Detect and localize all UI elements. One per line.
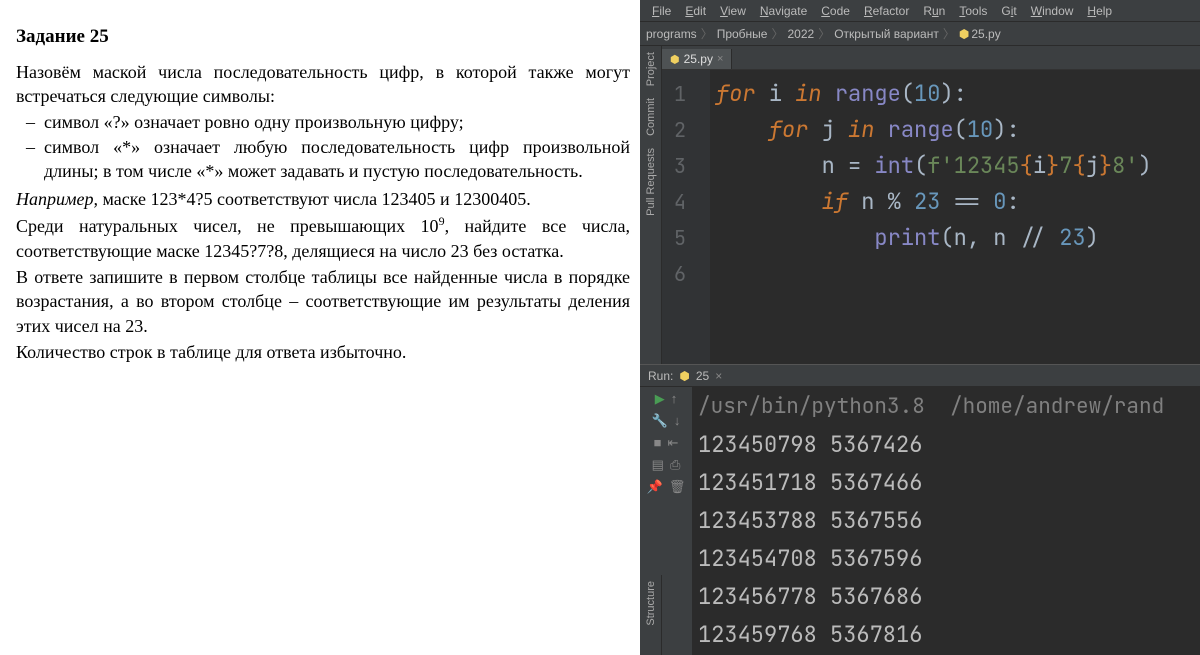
python-file-icon: ⬢ [959, 27, 969, 41]
pull-requests-tool[interactable]: Pull Requests [643, 142, 659, 222]
run-title: Run: [648, 369, 673, 383]
stop-icon[interactable]: ■ [654, 435, 662, 451]
code-text[interactable]: for i in range(10): for j in range(10): … [710, 70, 1200, 364]
breadcrumb-bar: programs 〉 Пробные 〉 2022 〉 Открытый вар… [640, 22, 1200, 46]
crumb-2022[interactable]: 2022 [788, 27, 815, 41]
run-icon[interactable]: ▶ [655, 391, 665, 407]
menu-view[interactable]: View [714, 2, 752, 20]
menu-edit[interactable]: Edit [679, 2, 712, 20]
code-area[interactable]: 1 2 3 4 5 6 for i in range(10): for j in… [662, 70, 1200, 364]
print-icon[interactable]: ⎙ [670, 457, 680, 473]
wrench-icon[interactable]: 🔧 [652, 413, 668, 429]
menu-code[interactable]: Code [815, 2, 856, 20]
run-header: Run: ⬢ 25 × [640, 365, 1200, 387]
crumb-variant[interactable]: Открытый вариант [834, 27, 939, 41]
tab-label: 25.py [684, 52, 713, 66]
close-icon[interactable]: × [715, 369, 722, 383]
task-document: Задание 25 Назовём маской числа последов… [0, 0, 640, 655]
editor-tabs: ⬢ 25.py × [662, 46, 1200, 70]
task-intro: Назовём маской числа последовательность … [16, 60, 630, 109]
menu-run[interactable]: Run [917, 2, 951, 20]
menu-file[interactable]: File [646, 2, 677, 20]
python-run-icon: ⬢ [679, 369, 689, 383]
menu-help[interactable]: Help [1081, 2, 1118, 20]
trash-icon[interactable]: 🗑 [669, 479, 686, 495]
bullet-asterisk: – символ «*» означает любую последовател… [16, 135, 630, 184]
structure-tool[interactable]: Structure [643, 575, 659, 632]
bullet-question: – символ «?» означает ровно одну произво… [16, 110, 630, 134]
gutter-line-numbers: 1 2 3 4 5 6 [662, 70, 692, 364]
wrap-icon[interactable]: ⇤ [667, 435, 678, 451]
task-statement: Среди натуральных чисел, не превышающих … [16, 213, 630, 263]
down-arrow-icon[interactable]: ↓ [674, 413, 681, 429]
menu-window[interactable]: Window [1025, 2, 1080, 20]
editor: ⬢ 25.py × 1 2 3 4 5 6 for i in range(10)… [662, 46, 1200, 364]
fold-gutter [692, 70, 710, 364]
task-title: Задание 25 [16, 24, 630, 50]
up-arrow-icon[interactable]: ↑ [671, 391, 678, 407]
crumb-file[interactable]: 25.py [971, 27, 1000, 41]
example-line: Например, маске 123*4?5 соответствуют чи… [16, 187, 630, 211]
menu-tools[interactable]: Tools [953, 2, 993, 20]
rows-note: Количество строк в таблице для ответа из… [16, 340, 630, 364]
menu-navigate[interactable]: Navigate [754, 2, 813, 20]
tool-side-strip: Project Commit Pull Requests [640, 46, 662, 364]
pin-icon[interactable]: 📌 [647, 479, 663, 495]
run-config-name[interactable]: 25 [696, 369, 709, 383]
commit-tool[interactable]: Commit [643, 92, 659, 142]
project-tool[interactable]: Project [643, 46, 659, 92]
close-icon[interactable]: × [717, 53, 723, 65]
main-menu[interactable]: File Edit View Navigate Code Refactor Ru… [640, 0, 1200, 22]
symbol-list: – символ «?» означает ровно одну произво… [16, 110, 630, 183]
layout-icon[interactable]: ▤ [652, 457, 664, 473]
console-output[interactable]: /usr/bin/python3.8 /home/andrew/rand 123… [692, 387, 1200, 655]
crumb-probing[interactable]: Пробные [717, 27, 768, 41]
answer-instruction: В ответе запишите в первом столбце табли… [16, 265, 630, 338]
menu-git[interactable]: Git [995, 2, 1022, 20]
run-tool-window: Run: ⬢ 25 × ▶ ↑ 🔧 ↓ ■ ⇤ ▤ ⎙ 📌 🗑 /usr/bin/pyth… [640, 364, 1200, 655]
ide-window: File Edit View Navigate Code Refactor Ru… [640, 0, 1200, 655]
tab-25py[interactable]: ⬢ 25.py × [662, 49, 732, 69]
menu-refactor[interactable]: Refactor [858, 2, 915, 20]
python-file-icon: ⬢ [670, 53, 680, 66]
crumb-programs[interactable]: programs [646, 27, 697, 41]
